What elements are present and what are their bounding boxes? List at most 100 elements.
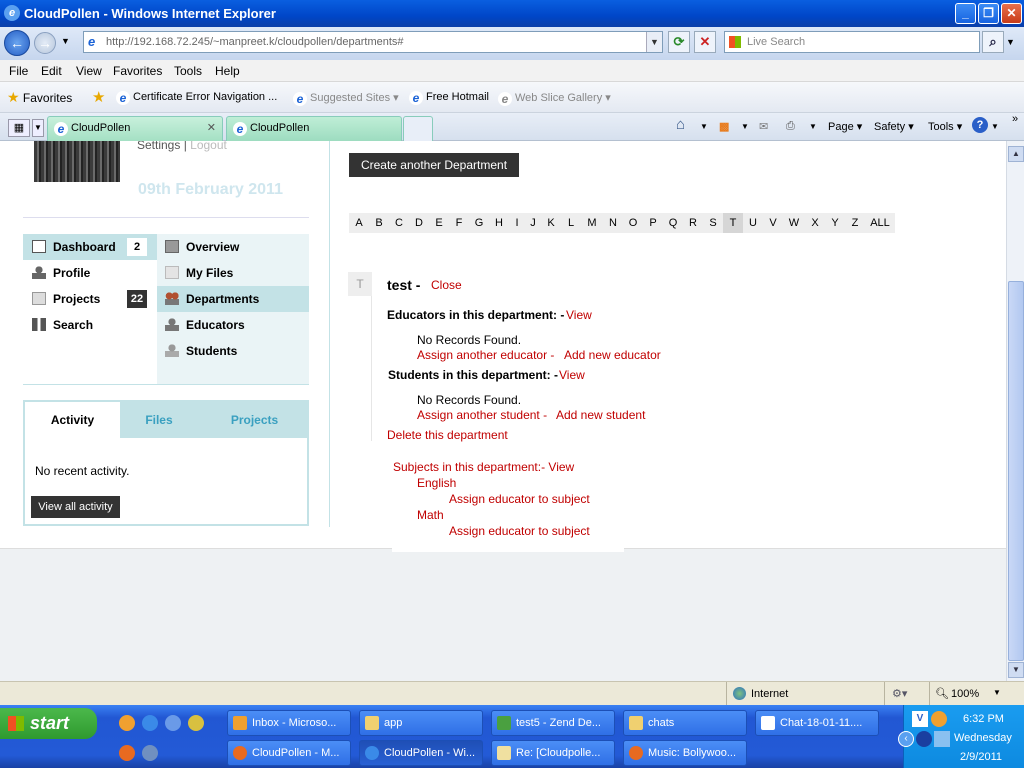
browser-tab[interactable]: e CloudPollen (226, 116, 402, 141)
help-icon[interactable]: ? (972, 117, 988, 133)
letter-filter-b[interactable]: B (369, 213, 389, 233)
tray-network-icon[interactable] (934, 731, 950, 747)
letter-filter-e[interactable]: E (429, 213, 449, 233)
home-icon[interactable]: ⌂ (676, 116, 685, 133)
letter-filter-all[interactable]: ALL (865, 213, 895, 233)
settings-link[interactable]: Settings (137, 141, 180, 152)
letter-filter-s[interactable]: S (703, 213, 723, 233)
letter-filter-g[interactable]: G (469, 213, 489, 233)
taskbar-item-zend[interactable]: test5 - Zend De... (491, 710, 615, 736)
subjects-heading-link[interactable]: Subjects in this department:- View (393, 460, 574, 474)
minimize-button[interactable]: _ (955, 3, 976, 24)
menu-dashboard[interactable]: Dashboard (32, 240, 116, 254)
quicklaunch-media-icon[interactable] (188, 715, 204, 731)
feeds-icon[interactable]: ▩ (719, 120, 729, 133)
stop-button[interactable]: ✕ (694, 31, 716, 53)
letter-filter-c[interactable]: C (389, 213, 409, 233)
refresh-button[interactable]: ⟳ (668, 31, 690, 53)
quicklaunch-tool-icon[interactable] (142, 745, 158, 761)
quicklaunch-explorer-icon[interactable] (165, 715, 181, 731)
add-favorite-icon[interactable]: ★ (92, 88, 105, 106)
tab-activity[interactable]: Activity (25, 402, 120, 438)
toolbar-more-icon[interactable]: » (1012, 113, 1018, 125)
taskbar-item-cloudpollen-firefox[interactable]: CloudPollen - M... (227, 740, 351, 766)
start-button[interactable]: start (0, 708, 97, 739)
browser-tab-active[interactable]: e CloudPollen ✕ (47, 116, 223, 141)
home-dropdown-icon[interactable]: ▼ (700, 122, 708, 131)
letter-filter-p[interactable]: P (643, 213, 663, 233)
tools-menu[interactable]: Tools ▾ (928, 120, 962, 133)
search-button[interactable]: ⌕ (982, 31, 1004, 53)
add-student-link[interactable]: Add new student (556, 408, 645, 422)
assign-student-link[interactable]: Assign another student - (417, 408, 547, 422)
quicklaunch-clock-icon[interactable] (119, 715, 135, 731)
menu-edit[interactable]: Edit (41, 64, 62, 78)
taskbar-item-chat-doc[interactable]: Chat-18-01-11.... (755, 710, 879, 736)
fav-certificate-error[interactable]: e Certificate Error Navigation ... (116, 91, 277, 105)
page-menu[interactable]: Page ▾ (828, 120, 862, 133)
letter-filter-q[interactable]: Q (663, 213, 683, 233)
menu-help[interactable]: Help (215, 64, 240, 78)
letter-filter-j[interactable]: J (525, 213, 541, 233)
menu-students[interactable]: Students (165, 344, 237, 358)
url-input[interactable]: e http://192.168.72.245/~manpreet.k/clou… (83, 31, 663, 53)
letter-filter-k[interactable]: K (541, 213, 561, 233)
url-dropdown-icon[interactable]: ▼ (646, 32, 662, 52)
mail-icon[interactable]: ✉ (759, 120, 768, 133)
letter-filter-h[interactable]: H (489, 213, 509, 233)
search-input[interactable]: Live Search (724, 31, 980, 53)
scroll-up-icon[interactable]: ▲ (1008, 146, 1024, 162)
letter-filter-a[interactable]: A (349, 213, 369, 233)
search-options-icon[interactable]: ▼ (1006, 37, 1015, 47)
menu-departments[interactable]: Departments (165, 292, 259, 306)
tray-clock-icon[interactable] (931, 711, 947, 727)
menu-favorites[interactable]: Favorites (113, 64, 162, 78)
close-window-button[interactable]: ✕ (1001, 3, 1022, 24)
tab-projects[interactable]: Projects (198, 402, 311, 438)
view-all-activity-button[interactable]: View all activity (31, 496, 120, 518)
close-tab-icon[interactable]: ✕ (207, 117, 216, 139)
quick-tabs-icon[interactable]: ▦ (8, 119, 30, 137)
close-department-link[interactable]: Close (431, 278, 462, 292)
logout-link[interactable]: Logout (190, 141, 227, 152)
fav-web-slice-gallery[interactable]: e Web Slice Gallery ▾ (498, 91, 611, 106)
add-educator-link[interactable]: Add new educator (564, 348, 661, 362)
tab-files[interactable]: Files (120, 402, 198, 438)
menu-projects[interactable]: Projects (32, 292, 100, 306)
vertical-scrollbar[interactable]: ▲ ▼ (1006, 141, 1024, 681)
letter-filter-u[interactable]: U (743, 213, 763, 233)
zoom-level[interactable]: 100% (951, 688, 979, 700)
letter-filter-z[interactable]: Z (845, 213, 865, 233)
letter-filter-m[interactable]: M (581, 213, 603, 233)
menu-tools[interactable]: Tools (174, 64, 202, 78)
quicklaunch-firefox-icon[interactable] (119, 745, 135, 761)
delete-department-link[interactable]: Delete this department (387, 428, 508, 442)
taskbar-item-mail[interactable]: Re: [Cloudpolle... (491, 740, 615, 766)
letter-filter-d[interactable]: D (409, 213, 429, 233)
fav-free-hotmail[interactable]: e Free Hotmail (409, 91, 489, 105)
scroll-thumb[interactable] (1008, 281, 1024, 661)
scroll-down-icon[interactable]: ▼ (1008, 662, 1024, 678)
view-educators-link[interactable]: View (566, 308, 592, 322)
history-dropdown-icon[interactable]: ▼ (61, 36, 70, 46)
taskbar-item-chats[interactable]: chats (623, 710, 747, 736)
menu-file[interactable]: File (9, 64, 28, 78)
zoom-dropdown-icon[interactable]: ▼ (993, 688, 1001, 697)
letter-filter-r[interactable]: R (683, 213, 703, 233)
letter-filter-o[interactable]: O (623, 213, 643, 233)
letter-filter-x[interactable]: X (805, 213, 825, 233)
create-department-button[interactable]: Create another Department (349, 153, 519, 177)
letter-filter-w[interactable]: W (783, 213, 805, 233)
menu-educators[interactable]: Educators (165, 318, 245, 332)
show-hidden-icons[interactable]: ‹ (898, 731, 914, 747)
view-students-link[interactable]: View (559, 368, 585, 382)
print-icon[interactable]: ⎙ (786, 120, 795, 133)
letter-filter-v[interactable]: V (763, 213, 783, 233)
forward-button[interactable]: → (34, 32, 56, 54)
fav-suggested-sites[interactable]: e Suggested Sites ▾ (293, 91, 399, 106)
safety-menu[interactable]: Safety ▾ (874, 120, 914, 133)
new-tab-button[interactable] (403, 116, 433, 141)
letter-filter-t[interactable]: T (723, 213, 743, 233)
taskbar-item-music[interactable]: Music: Bollywoo... (623, 740, 747, 766)
tray-sound-icon[interactable] (916, 731, 932, 747)
